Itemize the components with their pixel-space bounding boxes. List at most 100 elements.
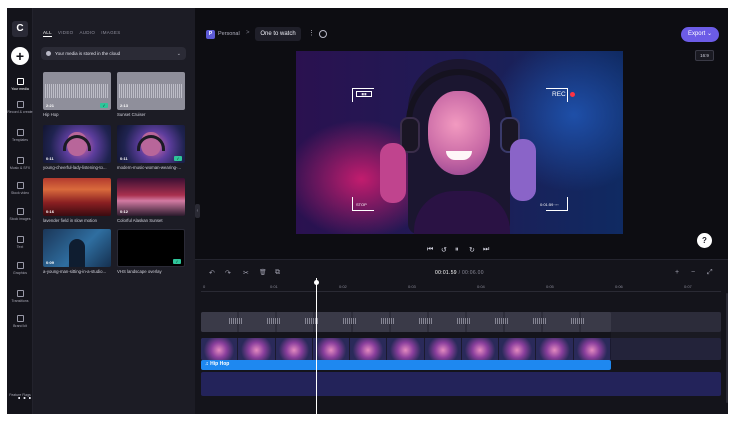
tab-video[interactable]: VIDEO xyxy=(58,30,74,37)
rail-label: Brand kit xyxy=(13,324,27,328)
clip-frame xyxy=(275,338,313,360)
pause-icon[interactable]: ⏸ xyxy=(455,246,459,254)
add-media-button[interactable]: + xyxy=(11,47,29,65)
headphones-shape xyxy=(137,135,165,151)
redo-icon[interactable]: ↷ xyxy=(225,269,231,277)
added-check-icon: ✓ xyxy=(100,103,108,108)
rail-label: Record & create xyxy=(7,110,33,114)
rail-music-sfx[interactable]: Music & SFX xyxy=(7,157,33,170)
project-title[interactable]: One to watch xyxy=(255,27,301,41)
undo-icon[interactable]: ↶ xyxy=(209,269,215,277)
split-icon[interactable]: ✂ xyxy=(243,269,249,277)
forward-5s-icon[interactable]: ↻ xyxy=(469,246,475,254)
rewind-5s-icon[interactable]: ↺ xyxy=(441,246,447,254)
video-preview[interactable]: ▮▮▮ REC STOP 0:01:59 ◦◦◦ xyxy=(296,51,623,234)
text-icon xyxy=(16,236,24,243)
workspace-name[interactable]: Personal xyxy=(218,31,240,37)
skip-to-end-icon[interactable]: ⏭ xyxy=(483,246,489,254)
rail-your-media[interactable]: Your media xyxy=(7,78,33,91)
aspect-ratio-button[interactable]: 16:9 xyxy=(695,50,714,61)
media-item-sunset-cruiser[interactable]: 2:13 xyxy=(117,72,185,110)
media-caption: a-young-man-sitting-in-a-studio... xyxy=(43,269,107,274)
cloud-icon xyxy=(46,51,51,56)
preview-hand-right xyxy=(510,139,536,201)
rail-brand-kit[interactable]: Brand kit xyxy=(7,315,33,328)
total-time: 00:06.00 xyxy=(461,270,484,276)
collapse-panel-handle[interactable]: ‹ xyxy=(195,204,200,218)
audio-clip-hip-hop[interactable]: ♫ Hip Hop xyxy=(201,360,611,370)
export-label: Export xyxy=(687,31,706,37)
record-dot-icon xyxy=(570,92,575,97)
ruler-tick: 0:03 xyxy=(408,284,416,289)
video-clip[interactable] xyxy=(201,338,611,360)
clip-frame xyxy=(573,338,611,360)
media-item-lavender-field[interactable]: 0:16 xyxy=(43,178,111,216)
left-rail: C + Your media Record & create Templates… xyxy=(7,8,33,414)
rail-graphics[interactable]: Graphics xyxy=(7,262,33,275)
rail-label: Text xyxy=(16,245,24,249)
media-item-colorful-alaskan-sunset[interactable]: 0:12 xyxy=(117,178,185,216)
rail-stock-images[interactable]: Stock images xyxy=(7,208,33,221)
brand-kit-icon xyxy=(16,315,24,322)
app-window: C + Your media Record & create Templates… xyxy=(7,8,728,414)
rail-label: Graphics xyxy=(12,271,27,275)
help-button[interactable]: ? xyxy=(697,233,712,248)
rail-templates[interactable]: Templates xyxy=(7,129,33,142)
timeline-ruler[interactable]: 0 0:01 0:02 0:03 0:04 0:05 0:06 0:07 xyxy=(201,282,721,292)
timeline-panel: ↶ ↷ ✂ 🗑 ⧉ 00:01.59 / 00:06.00 + − ⤢ 0 0:… xyxy=(195,259,728,414)
current-time: 00:01.59 xyxy=(435,270,457,276)
delete-icon[interactable]: 🗑 xyxy=(259,269,267,276)
rail-feature-flags[interactable]: ⋯ Feature Flags xyxy=(7,388,33,407)
playhead-handle[interactable] xyxy=(314,280,319,285)
preview-hand-left xyxy=(380,143,406,203)
waveform-icon xyxy=(343,318,357,324)
cloud-sync-icon[interactable] xyxy=(319,30,327,38)
tab-images[interactable]: IMAGES xyxy=(101,30,120,37)
camera-icon xyxy=(16,101,24,108)
fit-to-screen-icon[interactable]: ⤢ xyxy=(707,269,713,277)
zoom-out-icon[interactable]: − xyxy=(691,269,695,276)
rail-label: Templates xyxy=(12,138,28,142)
duration-badge: 0:09 xyxy=(46,260,55,265)
overlay-clip[interactable] xyxy=(201,312,611,332)
waveform-icon xyxy=(267,318,281,324)
media-item-young-man-studio[interactable]: 0:09 xyxy=(43,229,111,267)
empty-track xyxy=(201,372,721,396)
waveform-icon xyxy=(229,318,243,324)
media-item-vhs-overlay[interactable]: ✓ xyxy=(117,229,185,267)
clip-frame xyxy=(536,338,574,360)
rail-record-create[interactable]: Record & create xyxy=(7,101,33,114)
export-button[interactable]: Export ⌄ xyxy=(681,27,719,42)
playhead[interactable] xyxy=(316,278,317,414)
rail-text[interactable]: Text xyxy=(7,236,33,249)
timeline-scrollbar[interactable] xyxy=(726,293,728,403)
waveform-icon xyxy=(119,84,183,98)
media-item-young-cheerful-lady[interactable]: 0:11 xyxy=(43,125,111,163)
media-item-hip-hop[interactable]: 2:21 ✓ xyxy=(43,72,111,110)
app-logo[interactable]: C xyxy=(12,21,28,37)
cloud-storage-notice[interactable]: Your media is stored in the cloud ⌄ xyxy=(41,47,186,60)
zoom-in-icon[interactable]: + xyxy=(675,269,679,276)
templates-icon xyxy=(16,129,24,136)
rail-label: Your media xyxy=(11,87,29,91)
rail-label: Music & SFX xyxy=(9,166,31,170)
rail-transitions[interactable]: Transitions xyxy=(7,290,33,303)
rail-stock-video[interactable]: Stock video xyxy=(7,182,33,195)
duration-badge: 0:12 xyxy=(120,209,129,214)
tab-audio[interactable]: AUDIO xyxy=(79,30,95,37)
skip-to-start-icon[interactable]: ⏮ xyxy=(427,246,433,254)
rec-label: REC xyxy=(552,91,566,98)
video-track xyxy=(201,338,721,360)
more-options-icon[interactable]: ⋮ xyxy=(308,29,315,37)
flag-icon: ⋯ xyxy=(16,390,33,407)
chevron-down-icon: ⌄ xyxy=(706,31,713,37)
duplicate-icon[interactable]: ⧉ xyxy=(275,269,280,277)
ruler-tick: 0:05 xyxy=(546,284,554,289)
waveform-icon xyxy=(571,318,585,324)
tab-all[interactable]: ALL xyxy=(43,30,52,37)
media-panel: ALL VIDEO AUDIO IMAGES Your media is sto… xyxy=(33,8,195,414)
media-caption: young-cheerful-lady-listening-to... xyxy=(43,165,107,170)
clip-frame xyxy=(387,338,425,360)
media-item-modern-music-woman[interactable]: 0:11 ✓ xyxy=(117,125,185,163)
chevron-down-icon: ⌄ xyxy=(176,50,181,57)
